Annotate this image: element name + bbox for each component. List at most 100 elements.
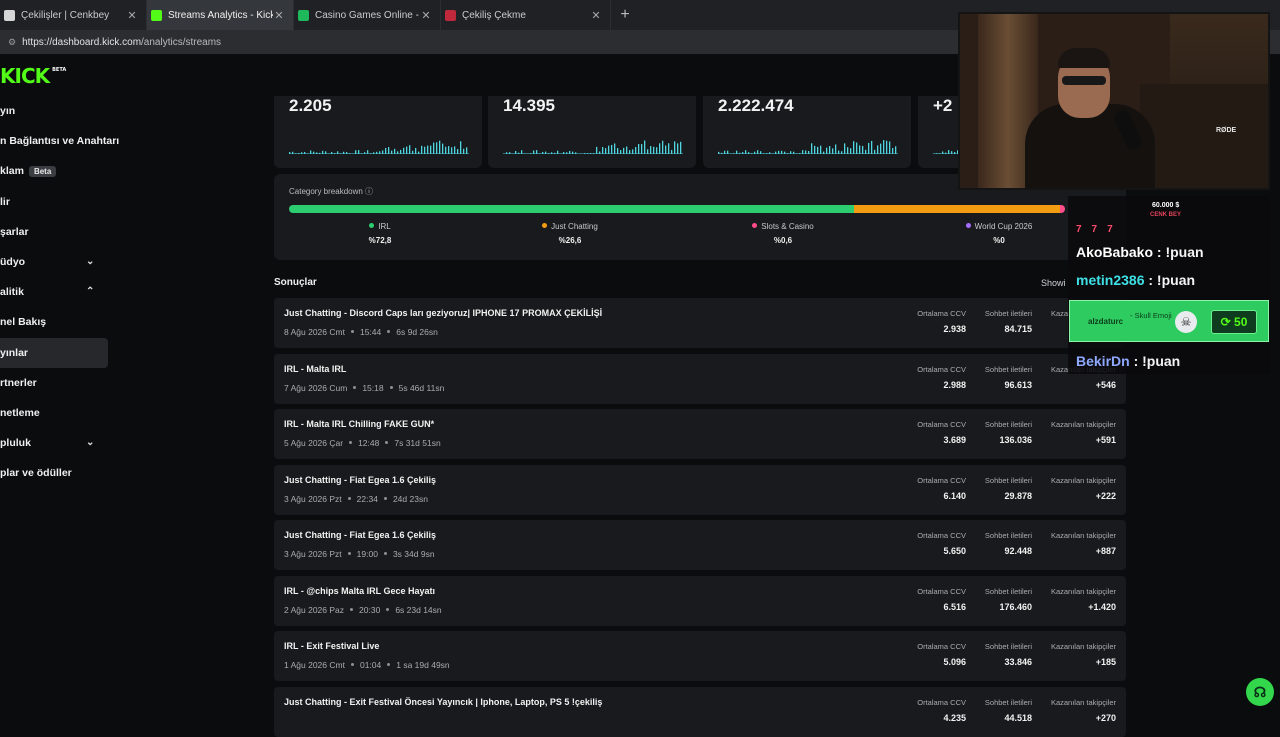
stream-row[interactable]: Just Chatting - Fiat Egea 1.6 Çekiliş3 A… (274, 520, 1126, 570)
sparkline-bar (668, 143, 669, 154)
category-bar (289, 205, 1065, 213)
tab-casino-games[interactable]: Casino Games Online - Play Slots, ✕ (294, 0, 441, 30)
sparkline-bar (653, 147, 654, 154)
sparkline-bar (394, 149, 395, 154)
goal-name: CENK BEY (1150, 212, 1181, 218)
sparkline-bar (460, 141, 461, 154)
sidebar-item-stream-key[interactable]: n Bağlantısı ve Anahtarı (0, 126, 108, 156)
site-favicon-icon (4, 10, 15, 21)
sidebar-item-topluluk[interactable]: pluluk⌄ (0, 428, 108, 458)
close-icon[interactable]: ✕ (273, 9, 285, 22)
sidebar-item-reklam[interactable]: klamBeta (0, 156, 108, 186)
followers-cell: Kazanılan takipçiler+887 (1051, 531, 1116, 556)
sparkline-bar (954, 152, 955, 154)
sparkline-bar (895, 146, 896, 154)
sparkline-bar (400, 150, 401, 154)
sparkline-bar (802, 150, 803, 154)
sidebar-item-genel-bakis[interactable]: nel Bakış (0, 307, 108, 337)
sparkline-bar (605, 148, 606, 154)
tab-title: Çekiliş Çekme (462, 10, 590, 21)
separator-dot (351, 330, 354, 333)
tab-streams-analytics[interactable]: Streams Analytics - Kick Dashboar ✕ (147, 0, 294, 30)
chair-decoration (1140, 84, 1270, 190)
sparkline-bar (421, 146, 422, 154)
sparkline-bar (623, 148, 624, 154)
sparkline-bar (509, 152, 510, 154)
sparkline-bar (620, 150, 621, 154)
kick-logo[interactable]: KICKBETA (0, 64, 66, 88)
sidebar-item-basarilar[interactable]: şarlar (0, 217, 108, 247)
sidebar-item-yayinlar[interactable]: yınlar (0, 338, 108, 368)
stream-row[interactable]: IRL - Exit Festival Live1 Ağu 2026 Cmt01… (274, 631, 1126, 681)
person-hair (1058, 48, 1110, 68)
sparkline-bar (721, 153, 722, 154)
chat-messages-value: 136.036 (985, 435, 1032, 445)
sparkline-bar (325, 151, 326, 154)
new-tab-button[interactable]: + (611, 0, 639, 30)
stream-row[interactable]: IRL - Malta IRL Chilling FAKE GUN*5 Ağu … (274, 409, 1126, 459)
avg-ccv-cell: Ortalama CCV2.938 (917, 309, 966, 334)
sparkline-bar (886, 141, 887, 154)
sidebar-item-partnerler[interactable]: rtnerler (0, 368, 108, 398)
stream-row[interactable]: IRL - Malta IRL7 Ağu 2026 Cum15:185s 46d… (274, 354, 1126, 404)
sparkline-bar (436, 142, 437, 154)
separator-dot (384, 552, 387, 555)
followers-value: +222 (1051, 491, 1116, 501)
show-options-button[interactable]: Showi (1041, 278, 1066, 288)
separator-dot (390, 386, 393, 389)
sparkline-bar (835, 144, 836, 154)
sparkline-bar (614, 143, 615, 154)
legend-dot-icon (369, 223, 374, 228)
stream-row[interactable]: Just Chatting - Discord Caps ları geziyo… (274, 298, 1126, 348)
tab-cekilis-cekme[interactable]: Çekiliş Çekme ✕ (441, 0, 611, 30)
avg-ccv-cell: Ortalama CCV5.650 (917, 531, 966, 556)
sidebar-item-label: şarlar (0, 226, 29, 238)
legend-value: %0 (954, 236, 1044, 245)
stream-row[interactable]: Just Chatting - Fiat Egea 1.6 Çekiliş3 A… (274, 465, 1126, 515)
headset-icon[interactable]: ☊ (1246, 678, 1274, 706)
legend-world-cup: World Cup 2026 %0 (954, 222, 1044, 245)
sidebar-item-label: üdyo (0, 256, 25, 268)
sparkline-bar (868, 143, 869, 154)
sidebar-item-label: n Bağlantısı ve Anahtarı (0, 135, 119, 147)
sidebar-item-analitik[interactable]: alitik⌃ (0, 277, 108, 307)
close-icon[interactable]: ✕ (590, 9, 602, 22)
casino-favicon-icon (298, 10, 309, 21)
stream-date: 1 Ağu 2026 Cmt (284, 660, 345, 670)
sparkline-bar (680, 142, 681, 154)
followers-cell: Kazanılan takipçiler+591 (1051, 420, 1116, 445)
site-info-icon[interactable]: ⚙ (8, 37, 16, 48)
sparkline-bar (569, 151, 570, 154)
sparkline-bar (367, 150, 368, 154)
chat-messages-value: 84.715 (985, 324, 1032, 334)
sparkline-bar (838, 151, 839, 154)
sparkline-bar (778, 151, 779, 154)
tab-cekilisler[interactable]: Çekilişler | Cenkbey ✕ (0, 0, 147, 30)
sparkline-bar (790, 151, 791, 154)
stream-time: 15:18 (362, 383, 383, 393)
close-icon[interactable]: ✕ (420, 9, 432, 22)
sidebar-item-odul[interactable]: plar ve ödüller (0, 458, 108, 488)
sparkline-bar (572, 152, 573, 154)
chevron-up-icon: ⌃ (86, 286, 94, 297)
sparkline-bar (632, 149, 633, 154)
cekilis-favicon-icon (445, 10, 456, 21)
stream-row[interactable]: Just Chatting - Exit Festival Öncesi Yay… (274, 687, 1126, 737)
sparkline-bar (718, 152, 719, 154)
tip-alert: alzdaturc - Skull Emoji ☠ ⟳ 50 (1069, 300, 1269, 342)
chat-username: AkoBabako (1076, 244, 1153, 260)
sidebar-item-gelir[interactable]: lir (0, 187, 108, 217)
sparkline-bar (766, 153, 767, 154)
avg-ccv-value: 3.689 (917, 435, 966, 445)
close-icon[interactable]: ✕ (126, 9, 138, 22)
sidebar-item-studyo[interactable]: üdyo⌄ (0, 247, 108, 277)
tab-title: Streams Analytics - Kick Dashboar (168, 10, 273, 21)
stream-title: Just Chatting - Fiat Egea 1.6 Çekiliş (284, 475, 436, 485)
sidebar-item-yonetleme[interactable]: netleme (0, 398, 108, 428)
sparkline-bar (385, 148, 386, 154)
column-header: Kazanılan takipçiler (1051, 642, 1116, 651)
sparkline-bar (781, 151, 782, 154)
followers-value: +185 (1051, 657, 1116, 667)
sidebar-item-yayin[interactable]: yın (0, 96, 108, 126)
stream-row[interactable]: IRL - @chips Malta IRL Gece Hayatı2 Ağu … (274, 576, 1126, 626)
